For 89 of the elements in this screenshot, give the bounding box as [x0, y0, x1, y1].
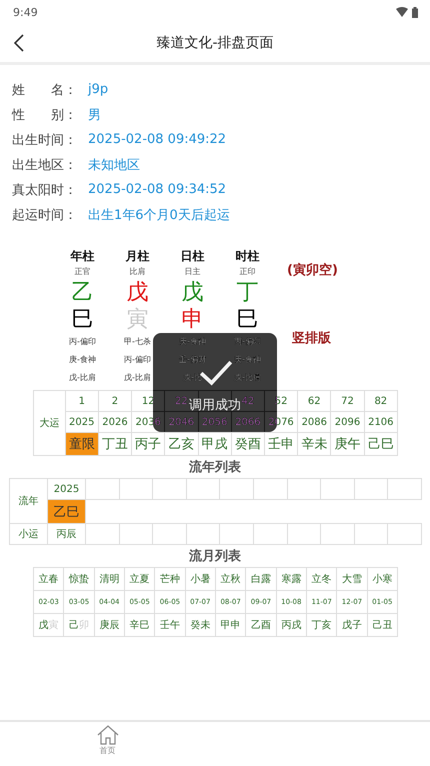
earthly-branch: 巳 [72, 306, 94, 333]
earthly-branch: 申 [182, 306, 204, 333]
pillar-title: 时柱 [236, 248, 260, 265]
battery-icon [412, 6, 418, 18]
table-cell: 流年 [10, 478, 48, 524]
table-cell[interactable]: 壬申 [264, 432, 298, 456]
table-cell: 2 [98, 390, 132, 412]
pillar-title: 月柱 [126, 248, 150, 265]
info-label: 真太阳时： [12, 182, 78, 198]
void-branches: (寅卯空) [287, 262, 338, 279]
table-cell: 立秋 [215, 568, 246, 590]
earthly-branch: 巳 [236, 306, 258, 333]
ten-god-label: 正印 [240, 266, 256, 278]
section-title: 流月列表 [188, 548, 242, 565]
pillar-title: 年柱 [70, 248, 94, 265]
table-cell: 立春 [34, 568, 64, 590]
table-cell[interactable]: 丁丑 [98, 432, 132, 456]
info-label: 出生地区： [12, 156, 78, 174]
table-cell: 2106 [364, 412, 398, 432]
ten-god-label: 比肩 [130, 266, 146, 278]
info-label: 姓 名： [12, 82, 78, 98]
table-cell: 小暑 [185, 568, 216, 590]
table-cell: 清明 [94, 568, 124, 590]
hidden-stem: 丙-偏印 [69, 336, 96, 348]
table-cell: 1 [65, 390, 98, 412]
table-cell: 72 [330, 390, 364, 412]
section-title: 流年列表 [188, 458, 242, 476]
ten-god-label: 日主 [184, 266, 200, 278]
table-cell[interactable]: 己巳 [364, 432, 398, 456]
table-cell[interactable]: 辛未 [298, 432, 331, 456]
table-cell: 寒露 [276, 568, 306, 590]
table-cell[interactable]: 童限 [65, 432, 98, 456]
wifi-icon [396, 7, 408, 17]
info-value: 未知地区 [88, 156, 140, 174]
heavenly-stem: 戊 [182, 279, 204, 306]
info-label: 起运时间： [12, 206, 78, 224]
table-cell: 大运 [34, 390, 66, 456]
heavenly-stem: 戊 [126, 279, 148, 306]
table-cell[interactable]: 乙巳 [48, 500, 86, 524]
table-cell: 乙酉 [246, 614, 276, 636]
table-cell: 己丑 [367, 614, 398, 636]
hidden-stem: 戊-比肩 [69, 372, 96, 384]
table-cell: 戊子 [336, 614, 368, 636]
hidden-stem: 丙-偏印 [124, 354, 151, 366]
info-value: 2025-02-08 09:49:22 [88, 132, 226, 147]
table-cell[interactable]: 庚午 [330, 432, 364, 456]
table-cell: 丙辰 [48, 524, 86, 544]
table-cell: 辛巳 [124, 614, 155, 636]
table-cell: 82 [364, 390, 398, 412]
table-cell: 丁亥 [306, 614, 337, 636]
status-time: 9:49 [13, 6, 38, 18]
table-cell: 小运 [10, 524, 48, 544]
table-cell: 庚辰 [94, 614, 124, 636]
hidden-stem: 戊-比肩 [124, 372, 151, 384]
table-cell: 62 [298, 390, 331, 412]
pillar-title: 日柱 [180, 248, 204, 265]
table-cell: 大雪 [336, 568, 368, 590]
hidden-stem: 庚-食神 [69, 354, 96, 366]
table-cell: 癸未 [185, 614, 216, 636]
table-cell: 白露 [246, 568, 276, 590]
info-label: 出生时间： [12, 132, 78, 148]
table-cell: 小寒 [367, 568, 398, 590]
hidden-stem: 甲-七杀 [124, 336, 151, 348]
hidden-stem: 戊-比 [183, 372, 202, 384]
heavenly-stem: 丁 [236, 279, 258, 306]
table-cell[interactable]: 丙子 [132, 432, 165, 456]
heavenly-stem: 乙 [72, 279, 94, 306]
home-icon[interactable] [96, 725, 118, 745]
page-title: 臻道文化-排盘页面 [156, 34, 274, 52]
info-value: j9p [88, 82, 108, 97]
table-cell: 2026 [98, 412, 132, 432]
nav-label[interactable]: 首页 [100, 745, 116, 756]
info-value: 出生1年6个月0天后起运 [88, 206, 230, 224]
info-value: 男 [88, 106, 101, 124]
table-cell: 丙戌 [276, 614, 306, 636]
ten-god-label: 正官 [74, 266, 90, 278]
back-icon[interactable] [14, 34, 24, 52]
table-cell: 甲申 [215, 614, 246, 636]
info-label: 性 别： [12, 106, 78, 124]
table-cell: 壬午 [154, 614, 186, 636]
info-value: 2025-02-08 09:34:52 [88, 182, 226, 197]
table-cell: 惊蛰 [64, 568, 94, 590]
table-cell: 2086 [298, 412, 331, 432]
table-cell: 立冬 [306, 568, 337, 590]
table-cell: 立夏 [124, 568, 155, 590]
toast-message: 调用成功 [189, 397, 241, 414]
table-cell: 芒种 [154, 568, 186, 590]
layout-toggle[interactable]: 竖排版 [292, 329, 338, 347]
table-cell: 2096 [330, 412, 364, 432]
